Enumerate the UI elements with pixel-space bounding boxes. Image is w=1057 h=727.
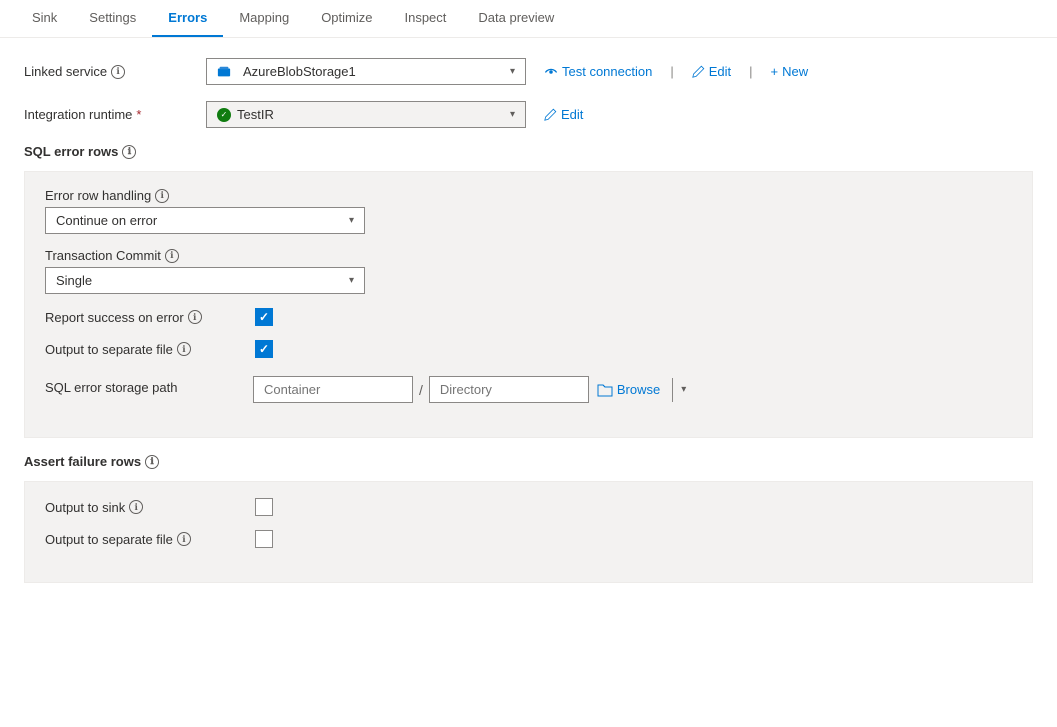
storage-icon [217, 65, 231, 79]
edit-runtime-button[interactable]: Edit [538, 103, 589, 126]
error-row-handling-chevron: ▾ [349, 215, 354, 226]
assert-output-separate-info-icon: ℹ [177, 532, 191, 546]
tab-sink[interactable]: Sink [16, 0, 73, 37]
sql-output-separate-file-label: Output to separate file ℹ [45, 342, 245, 357]
test-connection-button[interactable]: Test connection [538, 60, 658, 83]
linked-service-chevron: ▾ [510, 66, 515, 77]
directory-input[interactable] [429, 376, 589, 403]
assert-output-separate-file-label: Output to separate file ℹ [45, 532, 245, 547]
sql-error-storage-path-row: SQL error storage path / Browse ▾ [45, 372, 1012, 403]
assert-failure-rows-info-icon: ℹ [145, 455, 159, 469]
assert-failure-rows-section: Output to sink ℹ Output to separate file… [24, 481, 1033, 583]
path-separator: / [413, 382, 429, 398]
runtime-chevron: ▾ [510, 109, 515, 120]
error-row-handling-dropdown[interactable]: Continue on error ▾ [45, 207, 365, 234]
separator-2: | [749, 64, 752, 79]
assert-output-separate-file-checkbox[interactable] [255, 530, 273, 548]
report-success-on-error-label: Report success on error ℹ [45, 310, 245, 325]
sql-output-separate-file-row: Output to separate file ℹ [45, 340, 1012, 358]
linked-service-row: Linked service ℹ AzureBlobStorage1 ▾ Tes… [24, 58, 1033, 85]
browse-separator [672, 378, 673, 402]
report-success-on-error-checkbox[interactable] [255, 308, 273, 326]
browse-button[interactable]: Browse [589, 377, 668, 403]
error-row-handling-label: Error row handling ℹ [45, 188, 1012, 203]
tab-settings[interactable]: Settings [73, 0, 152, 37]
sql-error-storage-path-label: SQL error storage path [45, 380, 245, 395]
container-input[interactable] [253, 376, 413, 403]
output-to-sink-info-icon: ℹ [129, 500, 143, 514]
browse-chevron-icon[interactable]: ▾ [677, 379, 690, 400]
transaction-commit-group: Transaction Commit ℹ Single ▾ [45, 248, 1012, 294]
edit-linked-service-button[interactable]: Edit [686, 60, 737, 83]
new-linked-service-button[interactable]: + New [765, 60, 815, 83]
tab-errors[interactable]: Errors [152, 0, 223, 37]
tab-mapping[interactable]: Mapping [223, 0, 305, 37]
output-to-sink-row: Output to sink ℹ [45, 498, 1012, 516]
sql-output-separate-info-icon: ℹ [177, 342, 191, 356]
error-row-handling-group: Error row handling ℹ Continue on error ▾ [45, 188, 1012, 234]
separator-1: | [670, 64, 673, 79]
integration-runtime-row: Integration runtime * TestIR ▾ Edit [24, 101, 1033, 128]
linked-service-dropdown[interactable]: AzureBlobStorage1 ▾ [206, 58, 526, 85]
linked-service-info-icon: ℹ [111, 65, 125, 79]
tab-inspect[interactable]: Inspect [388, 0, 462, 37]
transaction-commit-info-icon: ℹ [165, 249, 179, 263]
transaction-commit-dropdown[interactable]: Single ▾ [45, 267, 365, 294]
integration-runtime-dropdown[interactable]: TestIR ▾ [206, 101, 526, 128]
integration-runtime-label: Integration runtime * [24, 107, 194, 122]
tab-data-preview[interactable]: Data preview [462, 0, 570, 37]
tab-optimize[interactable]: Optimize [305, 0, 388, 37]
report-success-info-icon: ℹ [188, 310, 202, 324]
sql-error-rows-header: SQL error rows ℹ [24, 144, 1033, 159]
assert-output-separate-file-row: Output to separate file ℹ [45, 530, 1012, 548]
sql-error-rows-section: Error row handling ℹ Continue on error ▾… [24, 171, 1033, 438]
runtime-status-icon [217, 108, 231, 122]
assert-failure-rows-header: Assert failure rows ℹ [24, 454, 1033, 469]
error-row-handling-info-icon: ℹ [155, 189, 169, 203]
linked-service-label: Linked service ℹ [24, 64, 194, 79]
output-to-sink-label: Output to sink ℹ [45, 500, 245, 515]
tab-bar: Sink Settings Errors Mapping Optimize In… [0, 0, 1057, 38]
transaction-commit-label: Transaction Commit ℹ [45, 248, 1012, 263]
output-to-sink-checkbox[interactable] [255, 498, 273, 516]
sql-output-separate-file-checkbox[interactable] [255, 340, 273, 358]
sql-error-rows-info-icon: ℹ [122, 145, 136, 159]
main-content: Linked service ℹ AzureBlobStorage1 ▾ Tes… [0, 38, 1057, 603]
report-success-on-error-row: Report success on error ℹ [45, 308, 1012, 326]
transaction-commit-chevron: ▾ [349, 275, 354, 286]
storage-path-controls: / Browse ▾ [253, 376, 690, 403]
